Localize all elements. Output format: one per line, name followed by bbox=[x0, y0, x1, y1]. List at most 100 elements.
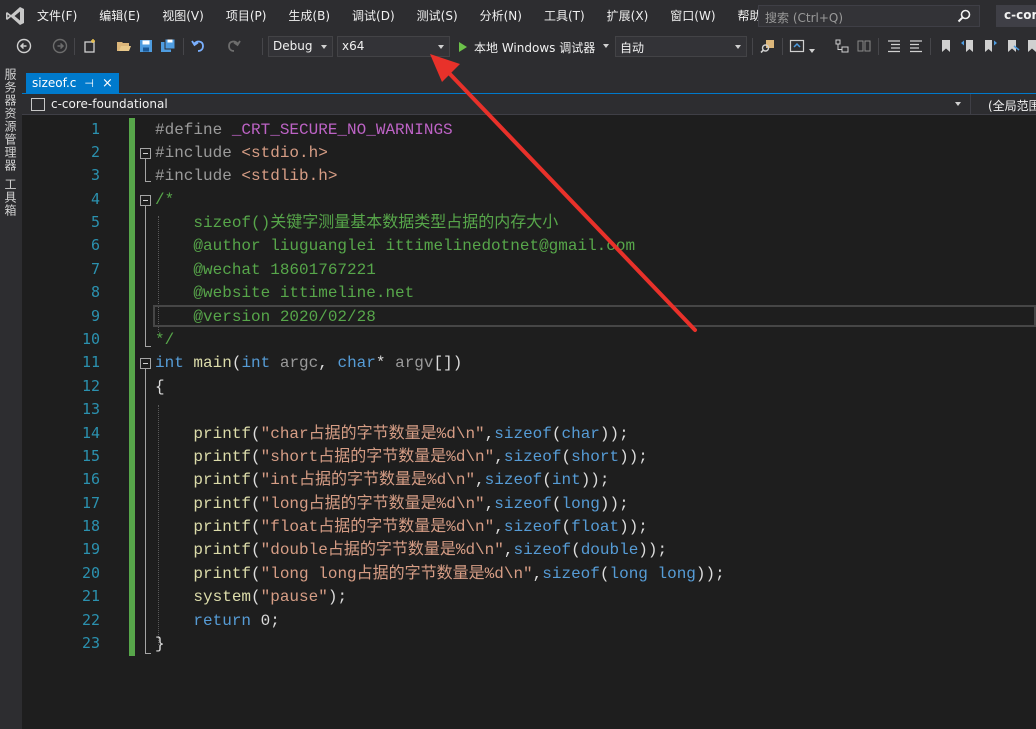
line-number: 21 bbox=[81, 587, 100, 605]
punctuation: ( bbox=[251, 565, 261, 583]
start-debugging-button[interactable]: 本地 Windows 调试器 bbox=[456, 36, 595, 57]
menu-build[interactable]: 生成(B) bbox=[288, 0, 330, 33]
code-line: } bbox=[155, 635, 165, 653]
toolbar-separator bbox=[752, 38, 753, 55]
save-icon[interactable] bbox=[138, 38, 154, 54]
collapse-icon[interactable] bbox=[140, 195, 151, 206]
keyword: int bbox=[241, 354, 271, 372]
menu-extensions[interactable]: 扩展(X) bbox=[607, 0, 649, 33]
redo-icon[interactable] bbox=[226, 38, 242, 54]
configuration-value: Debug bbox=[273, 39, 313, 53]
next-bookmark-icon[interactable] bbox=[982, 38, 998, 54]
open-folder-icon[interactable] bbox=[116, 38, 132, 54]
chevron-down-icon bbox=[321, 45, 327, 49]
function-name: printf bbox=[155, 541, 252, 559]
code-line: @website ittimeline.net bbox=[155, 284, 415, 302]
solution-explorer-icon[interactable] bbox=[789, 38, 805, 54]
code-line: printf("short占据的字节数量是%d\n",sizeof(short)… bbox=[155, 446, 648, 469]
code-line: return 0; bbox=[155, 610, 279, 633]
close-icon[interactable]: × bbox=[102, 76, 113, 91]
punctuation: )); bbox=[638, 541, 668, 559]
run-mode-value: 自动 bbox=[620, 41, 645, 55]
include-header: <stdio.h> bbox=[241, 144, 328, 162]
bookmark-icon[interactable] bbox=[938, 38, 954, 54]
keyword: int bbox=[155, 354, 184, 372]
server-explorer-tab[interactable]: 服务器资源管理器 bbox=[3, 68, 19, 172]
forward-navigation-icon[interactable] bbox=[52, 38, 68, 54]
menu-window[interactable]: 窗口(W) bbox=[670, 0, 715, 33]
c-project-icon bbox=[31, 98, 45, 111]
collapse-icon[interactable] bbox=[140, 148, 151, 159]
punctuation: , bbox=[475, 471, 485, 489]
code-line: @author liuguanglei ittimelinedotnet@gma… bbox=[155, 237, 636, 255]
keyword: char bbox=[337, 354, 376, 372]
navigation-bar: c-core-foundational (全局范围) bbox=[22, 94, 1036, 115]
line-number: 6 bbox=[90, 236, 100, 254]
chevron-down-icon[interactable] bbox=[809, 49, 815, 53]
fold-line bbox=[145, 206, 146, 346]
run-options-chevron-icon[interactable] bbox=[603, 44, 609, 48]
scope-dropdown[interactable]: (全局范围) bbox=[988, 97, 1036, 114]
punctuation: , bbox=[318, 354, 338, 372]
tab-sizeof-c[interactable]: sizeof.c ⊣ × bbox=[26, 73, 119, 93]
menu-edit[interactable]: 编辑(E) bbox=[99, 0, 140, 33]
punctuation: )); bbox=[619, 448, 648, 466]
bookmark-folder-icon[interactable] bbox=[1004, 38, 1020, 54]
menu-file[interactable]: 文件(F) bbox=[37, 0, 77, 33]
code-line: printf("long long占据的字节数量是%d\n",sizeof(lo… bbox=[155, 563, 724, 586]
pin-icon[interactable]: ⊣ bbox=[84, 77, 94, 90]
menu-analyze[interactable]: 分析(N) bbox=[480, 0, 522, 33]
punctuation: ); bbox=[327, 588, 348, 606]
type-keyword: short bbox=[571, 448, 620, 466]
line-number: 19 bbox=[81, 540, 100, 558]
parameter-name: argc bbox=[270, 354, 319, 372]
platform-select[interactable]: x64 bbox=[337, 36, 450, 57]
string-literal: "float占据的字节数量是%d\n" bbox=[260, 518, 495, 536]
search-placeholder: 搜索 (Ctrl+Q) bbox=[765, 11, 844, 25]
chevron-down-icon[interactable] bbox=[955, 102, 961, 106]
menu-test[interactable]: 测试(S) bbox=[417, 0, 458, 33]
punctuation: , bbox=[494, 448, 504, 466]
function-name: main bbox=[183, 354, 232, 372]
find-in-files-icon[interactable] bbox=[760, 38, 776, 54]
search-input[interactable]: 搜索 (Ctrl+Q) bbox=[758, 5, 980, 27]
punctuation: , bbox=[484, 495, 495, 513]
run-mode-select[interactable]: 自动 bbox=[615, 36, 747, 57]
save-all-icon[interactable] bbox=[160, 38, 176, 54]
object-browser-icon[interactable] bbox=[856, 38, 872, 54]
punctuation: )); bbox=[599, 495, 629, 513]
solution-name-badge[interactable]: c-core bbox=[996, 5, 1036, 27]
code-line: #define _CRT_SECURE_NO_WARNINGS bbox=[155, 119, 453, 142]
menu-project[interactable]: 项目(P) bbox=[226, 0, 267, 33]
uncomment-lines-icon[interactable] bbox=[908, 38, 924, 54]
menu-debug[interactable]: 调试(D) bbox=[352, 0, 395, 33]
search-icon bbox=[957, 9, 971, 23]
preprocessor-directive: #include bbox=[155, 144, 242, 162]
comment-lines-icon[interactable] bbox=[886, 38, 902, 54]
include-header: <stdlib.h> bbox=[241, 167, 338, 185]
line-number: 10 bbox=[81, 330, 100, 348]
fold-end bbox=[145, 181, 151, 182]
collapse-icon[interactable] bbox=[140, 358, 151, 369]
keyword: sizeof bbox=[503, 518, 562, 536]
toolbox-tab[interactable]: 工具箱 bbox=[3, 178, 19, 217]
menu-view[interactable]: 视图(V) bbox=[162, 0, 204, 33]
undo-icon[interactable] bbox=[190, 38, 206, 54]
back-navigation-icon[interactable] bbox=[16, 38, 32, 54]
line-number: 12 bbox=[81, 377, 100, 395]
punctuation: ( bbox=[561, 518, 572, 536]
class-view-icon[interactable] bbox=[834, 38, 850, 54]
project-dropdown[interactable]: c-core-foundational bbox=[27, 95, 967, 114]
punctuation: ( bbox=[571, 541, 581, 559]
fold-line bbox=[145, 369, 146, 653]
new-item-icon[interactable] bbox=[82, 38, 98, 54]
code-line: sizeof()关键字测量基本数据类型占据的内存大小 bbox=[155, 214, 559, 232]
clear-bookmarks-icon[interactable] bbox=[1024, 38, 1036, 54]
configuration-select[interactable]: Debug bbox=[268, 36, 333, 57]
function-name: system bbox=[155, 588, 252, 606]
type-keyword: long long bbox=[609, 565, 696, 583]
previous-bookmark-icon[interactable] bbox=[960, 38, 976, 54]
menu-tools[interactable]: 工具(T) bbox=[544, 0, 585, 33]
string-literal: "long占据的字节数量是%d\n" bbox=[260, 495, 485, 513]
code-editor[interactable]: 1 2 3 4 5 6 7 8 9 10 11 12 13 14 15 16 1… bbox=[22, 115, 1036, 729]
